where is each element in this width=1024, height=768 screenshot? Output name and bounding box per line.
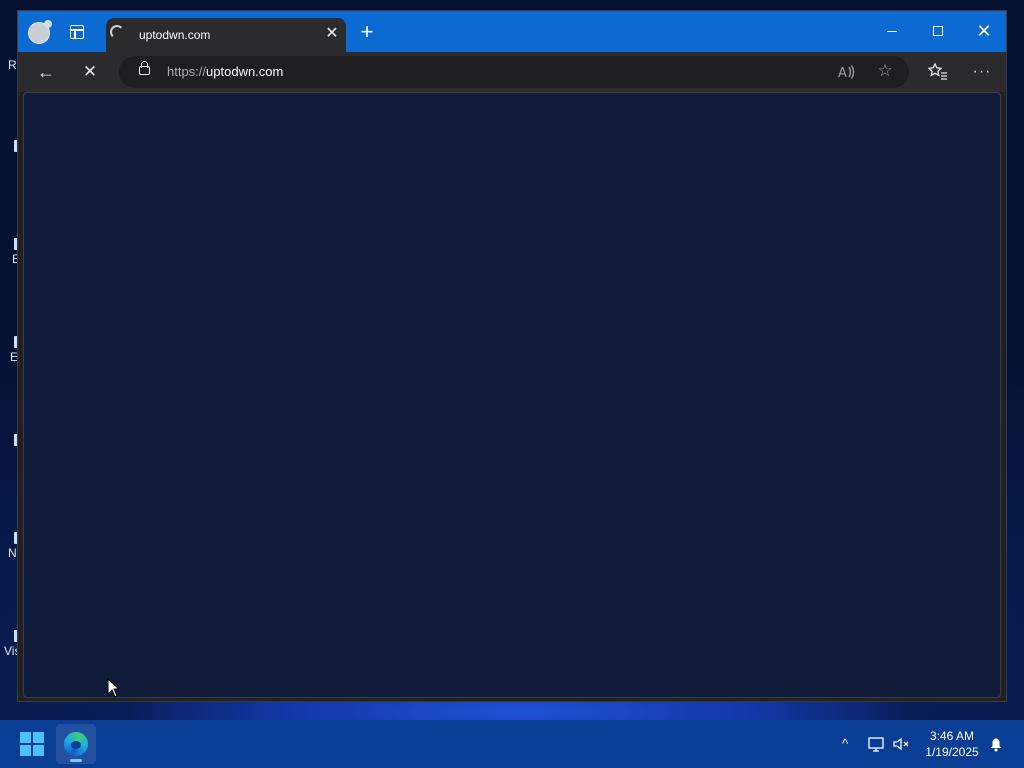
close-window-button[interactable]: ✕: [961, 11, 1007, 52]
system-clock[interactable]: 3:46 AM 1/19/2025: [918, 728, 986, 760]
show-hidden-icons-chevron-icon[interactable]: ^: [835, 734, 855, 754]
windows-logo-pane: [20, 745, 31, 756]
stop-loading-icon[interactable]: ✕: [80, 62, 100, 82]
maximize-button[interactable]: [915, 11, 961, 52]
notification-bell-icon[interactable]: [986, 734, 1006, 754]
windows-logo-pane: [33, 745, 44, 756]
mouse-pointer-icon: [107, 678, 121, 698]
taskbar-edge-button[interactable]: [56, 724, 96, 764]
tab-close-icon[interactable]: ✕: [324, 26, 340, 42]
tab-actions-icon[interactable]: [70, 25, 84, 39]
lock-icon[interactable]: [139, 61, 150, 75]
page-content[interactable]: [23, 92, 1001, 698]
browser-toolbar: ← ✕ https://uptodwn.com A ☆ ···: [18, 52, 1006, 92]
profile-avatar-icon[interactable]: [28, 20, 52, 44]
url-host: uptodwn.com: [206, 64, 284, 79]
volume-muted-icon[interactable]: [891, 734, 911, 754]
add-favorite-star-icon[interactable]: ☆: [875, 61, 895, 81]
maximize-icon: [933, 26, 943, 36]
start-button-windows-icon[interactable]: [20, 732, 44, 756]
minimize-button[interactable]: [869, 11, 915, 52]
clock-date: 1/19/2025: [925, 745, 979, 759]
favorites-icon[interactable]: [927, 62, 948, 82]
url-text[interactable]: https://uptodwn.com: [167, 64, 283, 79]
network-icon[interactable]: [866, 734, 886, 754]
new-tab-button[interactable]: +: [358, 21, 376, 43]
windows-logo-pane: [33, 732, 44, 743]
windows-logo-pane: [20, 732, 31, 743]
minimize-icon: [887, 31, 897, 32]
tab-uptodwn[interactable]: uptodwn.com ✕: [106, 18, 346, 52]
desktop-icon-label: R: [8, 58, 17, 72]
address-bar[interactable]: https://uptodwn.com A ☆: [119, 56, 909, 88]
taskbar: ^ 3:46 AM 1/19/2025: [0, 720, 1024, 768]
clock-time: 3:46 AM: [929, 729, 975, 743]
loading-spinner-icon: [110, 25, 124, 39]
tab-title: uptodwn.com: [139, 28, 211, 42]
browser-window: uptodwn.com ✕ + ✕ ← ✕ https://uptodwn.co…: [17, 10, 1007, 702]
back-arrow-icon[interactable]: ←: [36, 62, 56, 82]
edge-icon: [64, 732, 88, 756]
read-aloud-icon[interactable]: A: [837, 63, 855, 81]
more-options-icon[interactable]: ···: [972, 62, 992, 82]
desktop-icon-label: N: [8, 546, 17, 560]
svg-text:A: A: [838, 66, 847, 81]
url-scheme: https://: [167, 64, 207, 79]
title-bar[interactable]: uptodwn.com ✕ + ✕: [18, 11, 1006, 52]
active-app-indicator: [70, 759, 82, 762]
